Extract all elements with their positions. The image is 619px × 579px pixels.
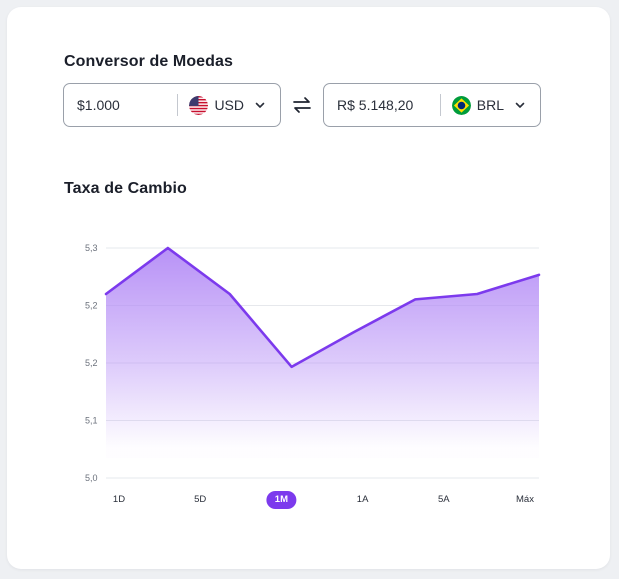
rate-area bbox=[106, 248, 539, 458]
range-button-1d[interactable]: 1D bbox=[105, 491, 133, 509]
y-tick-label: 5,3 bbox=[85, 243, 98, 253]
range-selector: 1D 5D 1M 1A 5A Máx bbox=[0, 491, 619, 511]
y-tick-label: 5,2 bbox=[85, 301, 98, 311]
range-button-1a[interactable]: 1A bbox=[349, 491, 377, 509]
y-tick-label: 5,2 bbox=[85, 358, 98, 368]
y-tick-label: 5,1 bbox=[85, 416, 98, 426]
range-button-máx[interactable]: Máx bbox=[508, 491, 542, 509]
range-button-5d[interactable]: 5D bbox=[186, 491, 214, 509]
range-button-5a[interactable]: 5A bbox=[430, 491, 458, 509]
y-tick-label: 5,0 bbox=[85, 473, 98, 483]
range-button-1m[interactable]: 1M bbox=[266, 491, 296, 509]
